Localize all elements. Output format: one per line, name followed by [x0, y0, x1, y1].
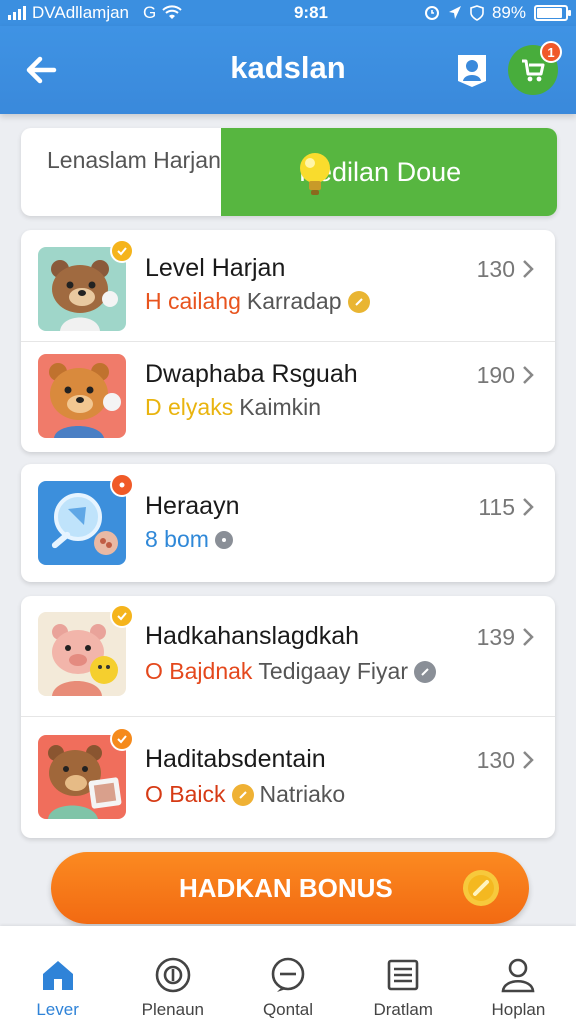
- list-item[interactable]: Hadkahanslagdkah O Bajdnak Tedigaay Fiya…: [21, 596, 555, 716]
- chevron-right-icon: [523, 751, 534, 769]
- item-subtitle: O Baick Natriako: [145, 781, 345, 808]
- home-icon: [42, 961, 73, 990]
- status-time: 9:81: [293, 3, 328, 22]
- item-tag: D elyaks: [145, 394, 234, 420]
- item-avatar: [38, 239, 134, 331]
- coin-icon: [463, 870, 499, 906]
- item-desc: Kaimkin: [239, 394, 322, 420]
- carrier-name: DVAdllamjan: [32, 3, 130, 22]
- coin-icon: [231, 783, 254, 806]
- nav-tab-hoplan[interactable]: Hoplan: [461, 926, 576, 1024]
- item-tag: O Bajdnak: [145, 658, 253, 684]
- badge-icon: [110, 473, 134, 497]
- badge-icon: [110, 727, 134, 751]
- check-circle-icon: [413, 660, 436, 683]
- location-icon: [448, 6, 461, 19]
- item-avatar: [38, 727, 134, 819]
- cart-badge: 1: [540, 41, 562, 63]
- network-type: G: [143, 3, 157, 22]
- chevron-right-icon: [523, 628, 534, 646]
- banner-left-text: Lenaslam Harjan: [47, 147, 221, 173]
- user-icon: [501, 958, 535, 993]
- battery-icon: [534, 5, 571, 21]
- item-tag: H cailahg: [145, 288, 241, 314]
- list-item[interactable]: Level Harjan H cailahg Karradap 130: [21, 230, 555, 341]
- promo-banner: Lenaslam Harjan Kedilan Doue: [21, 128, 557, 216]
- bonus-button[interactable]: HADKAN BONUS: [51, 852, 529, 924]
- status-bar: DVAdllamjan G 9:81 89%: [0, 0, 576, 26]
- item-desc: Natriako: [259, 781, 346, 807]
- coin-icon: [347, 290, 370, 313]
- chevron-right-icon: [523, 260, 534, 278]
- item-title: Hadkahanslagdkah: [145, 622, 360, 650]
- item-title: Level Harjan: [145, 254, 286, 282]
- nav-label: Plenaun: [141, 1000, 204, 1019]
- app-header: kadslan 1: [0, 26, 576, 114]
- item-count: 130: [476, 747, 515, 773]
- item-subtitle: 8 bom: [145, 526, 233, 553]
- chevron-right-icon: [523, 366, 534, 384]
- location-pin-icon: [214, 530, 233, 549]
- status-right: 89%: [424, 3, 571, 23]
- badge-icon: [110, 239, 134, 263]
- item-list-card-3: Hadkahanslagdkah O Bajdnak Tedigaay Fiya…: [21, 596, 555, 838]
- nav-tab-qontal[interactable]: Qontal: [230, 926, 345, 1024]
- item-count: 130: [476, 256, 515, 282]
- shield-status-icon: [470, 5, 484, 21]
- alarm-icon: [424, 6, 439, 20]
- item-count: 115: [478, 494, 515, 520]
- nav-label: Qontal: [262, 1000, 314, 1019]
- item-avatar: [38, 604, 134, 696]
- item-subtitle: H cailahg Karradap: [145, 288, 370, 315]
- item-list-card-1: Level Harjan H cailahg Karradap 130 Dwap…: [21, 230, 555, 452]
- item-count: 139: [476, 624, 515, 650]
- nav-label: Hoplan: [491, 1000, 546, 1019]
- bonus-button-label: HADKAN BONUS: [179, 872, 393, 903]
- item-tag: O Baick: [145, 781, 226, 807]
- person-icon: [458, 55, 486, 87]
- wifi-icon: [162, 5, 182, 19]
- chevron-right-icon: [523, 498, 534, 516]
- battery-fill: [537, 8, 562, 18]
- list-item[interactable]: Haditabsdentain O Baick Natriako 130: [21, 716, 555, 838]
- item-list-card-2: Heraayn 8 bom 115: [21, 464, 555, 582]
- badge-icon: [110, 604, 134, 628]
- nav-label: Dratlam: [373, 1000, 433, 1019]
- coin-icon: [155, 957, 191, 993]
- list-icon: [387, 959, 419, 991]
- bottom-nav: Lever Plenaun Qontal Dratlam Hoplan: [0, 926, 576, 1024]
- profile-button[interactable]: [448, 46, 496, 94]
- item-desc: Karradap: [246, 288, 342, 314]
- battery-percent: 89%: [491, 3, 526, 22]
- nav-tab-plenaun[interactable]: Plenaun: [115, 926, 230, 1024]
- item-subtitle: O Bajdnak Tedigaay Fiyar: [145, 658, 436, 685]
- item-count: 190: [476, 362, 515, 388]
- nav-tab-lever[interactable]: Lever: [0, 926, 115, 1024]
- nav-tab-dratlam[interactable]: Dratlam: [346, 926, 461, 1024]
- item-avatar: [38, 354, 126, 438]
- item-avatar: [38, 473, 134, 565]
- bear-mascot-image: [38, 354, 126, 438]
- item-desc: Tedigaay Fiyar: [258, 658, 408, 684]
- item-title: Haditabsdentain: [145, 745, 326, 773]
- cart-button[interactable]: 1: [508, 41, 562, 95]
- signal-icon: [8, 6, 26, 20]
- item-title: Heraayn: [145, 492, 240, 520]
- chat-icon: [271, 957, 305, 992]
- list-item[interactable]: Heraayn 8 bom 115: [21, 464, 555, 582]
- item-tag: 8 bom: [145, 526, 209, 552]
- item-subtitle: D elyaks Kaimkin: [145, 394, 321, 421]
- nav-label: Lever: [36, 1000, 79, 1019]
- item-title: Dwaphaba Rsguah: [145, 360, 358, 388]
- banner-action[interactable]: Kedilan Doue: [221, 128, 557, 216]
- list-item[interactable]: Dwaphaba Rsguah D elyaks Kaimkin 190: [21, 341, 555, 452]
- lightbulb-icon: [300, 153, 330, 195]
